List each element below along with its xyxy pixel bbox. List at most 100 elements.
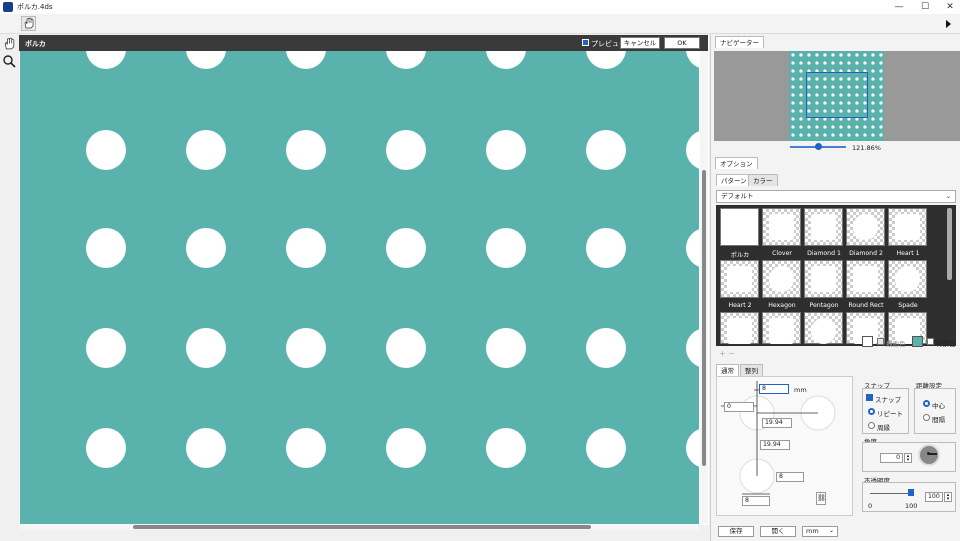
spacing-y-input[interactable]: 19.94 bbox=[760, 440, 790, 450]
pattern-thumbnail[interactable] bbox=[888, 260, 927, 298]
polka-dot bbox=[486, 228, 526, 268]
open-button[interactable]: 開く bbox=[760, 526, 796, 537]
pattern-label: Diamond 1 bbox=[807, 250, 841, 257]
navigator-dot bbox=[871, 125, 875, 129]
navigator-dot bbox=[855, 61, 859, 65]
pattern-label: ポルカ bbox=[730, 252, 750, 259]
angle-stepper[interactable]: ▴ ▾ bbox=[904, 453, 912, 463]
navigator-dot bbox=[831, 133, 835, 137]
minimize-button[interactable]: — bbox=[887, 1, 911, 13]
tab-navigator[interactable]: ナビゲーター bbox=[715, 36, 764, 48]
bg-color-checkbox[interactable] bbox=[927, 338, 934, 345]
pattern-label: Heart 1 bbox=[896, 250, 920, 257]
navigator-dot bbox=[871, 93, 875, 97]
periphery-radio[interactable] bbox=[868, 422, 875, 429]
zoom-slider-knob[interactable] bbox=[815, 143, 822, 150]
repeat-radio[interactable] bbox=[868, 408, 875, 415]
app-icon bbox=[3, 2, 13, 12]
pattern-thumbnail[interactable] bbox=[804, 260, 843, 298]
offset-x-input[interactable]: 0 bbox=[724, 402, 754, 412]
navigator-dot bbox=[855, 53, 859, 57]
gap-radio[interactable] bbox=[923, 414, 930, 421]
navigator-viewport-frame[interactable] bbox=[806, 72, 868, 118]
polka-dot bbox=[686, 429, 699, 467]
pattern-thumbnail[interactable] bbox=[762, 208, 801, 246]
periphery-label: 周縁 bbox=[877, 424, 890, 432]
opacity-slider[interactable] bbox=[870, 493, 912, 494]
polka-dot bbox=[386, 428, 426, 468]
opacity-slider-knob[interactable] bbox=[908, 489, 914, 496]
zoom-value: 121.86% bbox=[852, 144, 881, 152]
pattern-thumbnail[interactable] bbox=[720, 312, 759, 344]
pattern-thumbnail[interactable] bbox=[846, 260, 885, 298]
pattern-thumbnail[interactable] bbox=[720, 208, 759, 246]
draw-color-checkbox[interactable] bbox=[877, 338, 884, 345]
ok-button[interactable]: OK bbox=[664, 37, 700, 49]
hand-icon[interactable] bbox=[2, 37, 16, 51]
angle-input[interactable]: 0 bbox=[880, 453, 903, 463]
angle-dial[interactable] bbox=[918, 444, 940, 466]
dot-size-input-2[interactable]: 8 bbox=[742, 496, 770, 506]
navigator-dot bbox=[823, 53, 827, 57]
vertical-scroll-thumb[interactable] bbox=[702, 170, 706, 466]
cancel-button[interactable]: キャンセル bbox=[620, 37, 660, 49]
gap-label: 間隔 bbox=[932, 416, 945, 424]
hand-tool-button[interactable] bbox=[21, 16, 36, 31]
expand-arrow-icon[interactable] bbox=[946, 20, 951, 28]
link-icon[interactable]: ⛓ bbox=[816, 492, 826, 505]
chevron-down-icon[interactable]: ⌄ bbox=[946, 193, 951, 200]
polka-dot-pattern bbox=[86, 51, 699, 468]
tab-options[interactable]: オプション bbox=[715, 157, 758, 169]
pattern-thumbnail[interactable] bbox=[762, 312, 801, 344]
maximize-button[interactable]: ☐ bbox=[913, 1, 937, 13]
preview-checkbox[interactable] bbox=[582, 39, 589, 46]
pattern-thumbnail[interactable] bbox=[888, 208, 927, 246]
pattern-grid-scrollbar[interactable] bbox=[947, 208, 952, 280]
opacity-stepper[interactable]: ▴ ▾ bbox=[944, 492, 952, 502]
polka-dot bbox=[686, 329, 699, 367]
navigator-dot bbox=[791, 93, 795, 97]
chevron-down-icon[interactable]: ⌄ bbox=[829, 527, 834, 534]
close-button[interactable]: ✕ bbox=[938, 1, 960, 13]
navigator-dot bbox=[815, 61, 819, 65]
polka-dot bbox=[186, 428, 226, 468]
preset-select[interactable]: デフォルト bbox=[716, 190, 956, 203]
polka-dot bbox=[186, 130, 226, 170]
opacity-input[interactable]: 100 bbox=[925, 492, 943, 502]
tab-pattern[interactable]: パターン bbox=[716, 174, 752, 186]
save-button[interactable]: 保存 bbox=[718, 526, 754, 537]
draw-color-swatch[interactable] bbox=[862, 336, 873, 347]
pattern-thumbnail[interactable] bbox=[804, 312, 843, 344]
snap-checkbox[interactable] bbox=[866, 394, 873, 401]
tab-normal[interactable]: 通常 bbox=[716, 364, 739, 376]
pattern-thumbnail[interactable] bbox=[720, 260, 759, 298]
polka-dot bbox=[586, 428, 626, 468]
spacing-x-input[interactable]: 19.94 bbox=[762, 418, 792, 428]
pattern-thumbnail[interactable] bbox=[804, 208, 843, 246]
center-radio[interactable] bbox=[923, 400, 930, 407]
navigator-dot bbox=[807, 133, 811, 137]
opacity-min: 0 bbox=[868, 502, 873, 510]
center-label: 中心 bbox=[932, 402, 945, 410]
bg-color-swatch[interactable] bbox=[912, 336, 923, 347]
polka-dot bbox=[86, 130, 126, 170]
pattern-thumbnail[interactable] bbox=[846, 208, 885, 246]
pattern-thumbnail[interactable] bbox=[762, 260, 801, 298]
dot-size-input-1[interactable]: 8 bbox=[776, 472, 804, 482]
polka-dot bbox=[586, 228, 626, 268]
horizontal-scroll-thumb[interactable] bbox=[133, 525, 591, 529]
hand-icon bbox=[24, 17, 34, 29]
pattern-label: Heart 2 bbox=[728, 302, 752, 309]
tab-align[interactable]: 整列 bbox=[740, 364, 763, 376]
zoom-icon[interactable] bbox=[2, 54, 16, 68]
navigator-dot bbox=[863, 133, 867, 137]
navigator-dot bbox=[863, 53, 867, 57]
pattern-preview[interactable] bbox=[20, 51, 699, 524]
add-remove-pattern[interactable]: + − bbox=[719, 349, 735, 358]
polka-dot bbox=[286, 328, 326, 368]
navigator-dot bbox=[855, 133, 859, 137]
polka-dot bbox=[586, 130, 626, 170]
tab-color[interactable]: カラー bbox=[748, 174, 778, 186]
navigator-dot bbox=[831, 61, 835, 65]
size-input[interactable]: 8 bbox=[759, 384, 789, 394]
